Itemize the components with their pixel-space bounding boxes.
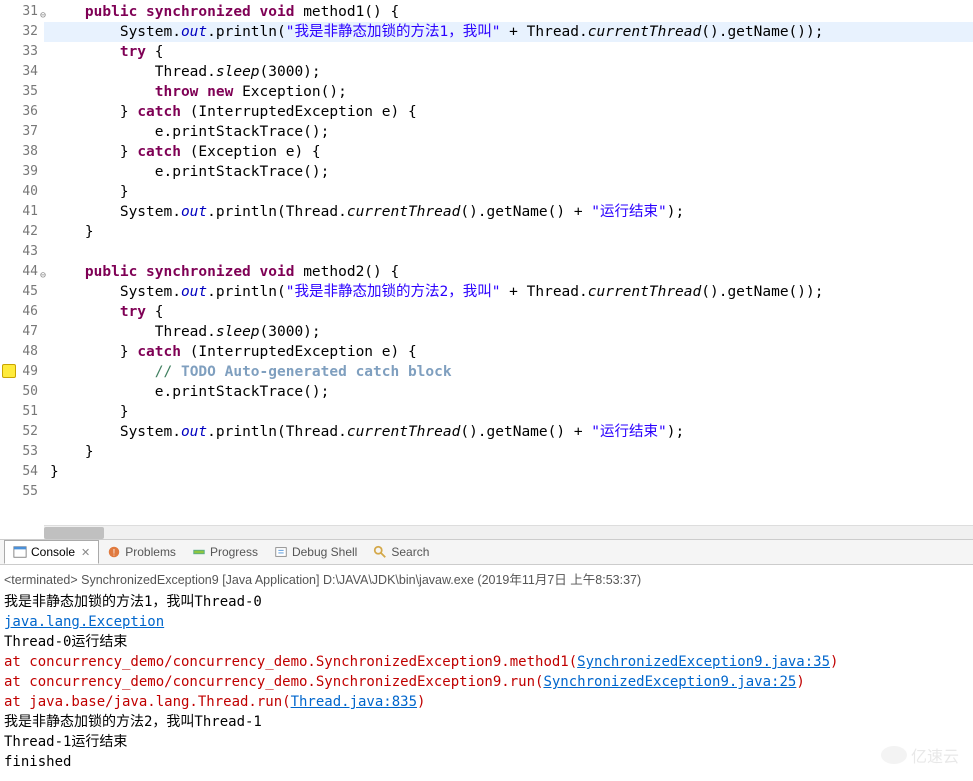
stacktrace-link[interactable]: java.lang.Exception [4, 614, 164, 630]
code-line[interactable]: System.out.println("我是非静态加锁的方法2，我叫" + Th… [44, 282, 973, 302]
tab-search[interactable]: Search [365, 540, 437, 564]
watermark: 亿速云 [881, 743, 959, 767]
horizontal-scrollbar[interactable] [44, 525, 973, 539]
code-line[interactable] [44, 482, 973, 502]
line-number: 42 [0, 222, 44, 242]
console-line: 我是非静态加锁的方法2，我叫Thread-1 [4, 712, 969, 732]
console-line: at java.base/java.lang.Thread.run(Thread… [4, 692, 969, 712]
line-number: 40 [0, 182, 44, 202]
line-number: 55 [0, 482, 44, 502]
code-line[interactable]: } catch (InterruptedException e) { [44, 102, 973, 122]
code-line[interactable]: throw new Exception(); [44, 82, 973, 102]
line-number: 43 [0, 242, 44, 262]
code-line[interactable]: public synchronized void method1() { [44, 2, 973, 22]
line-number: 38 [0, 142, 44, 162]
code-line[interactable]: } [44, 222, 973, 242]
code-line[interactable]: try { [44, 42, 973, 62]
code-line[interactable]: Thread.sleep(3000); [44, 322, 973, 342]
code-line[interactable]: } catch (InterruptedException e) { [44, 342, 973, 362]
code-line[interactable]: } [44, 462, 973, 482]
code-line[interactable]: } [44, 182, 973, 202]
line-number: 44⊖ [0, 262, 44, 282]
line-number: 54 [0, 462, 44, 482]
tab-problems[interactable]: ! Problems [99, 540, 184, 564]
line-number: 31⊖ [0, 2, 44, 22]
line-number: 50 [0, 382, 44, 402]
line-number: 47 [0, 322, 44, 342]
line-number: 45 [0, 282, 44, 302]
code-line[interactable]: Thread.sleep(3000); [44, 62, 973, 82]
svg-text:!: ! [113, 548, 115, 558]
quickfix-icon[interactable] [2, 364, 16, 378]
code-line[interactable]: e.printStackTrace(); [44, 162, 973, 182]
console-line: Thread-1运行结束 [4, 732, 969, 752]
tab-label: Problems [125, 545, 176, 559]
code-line[interactable]: // TODO Auto-generated catch block [44, 362, 973, 382]
console-line: 我是非静态加锁的方法1，我叫Thread-0 [4, 592, 969, 612]
line-gutter: 31⊖32333435363738394041424344⊖4546474849… [0, 0, 44, 525]
code-line[interactable] [44, 242, 973, 262]
fold-icon[interactable]: ⊖ [36, 6, 46, 16]
cloud-icon [881, 746, 907, 764]
code-line[interactable]: e.printStackTrace(); [44, 382, 973, 402]
console-line: at concurrency_demo/concurrency_demo.Syn… [4, 672, 969, 692]
stacktrace-link[interactable]: Thread.java:835 [291, 694, 417, 710]
code-line[interactable]: try { [44, 302, 973, 322]
code-line[interactable]: } [44, 402, 973, 422]
line-number: 51 [0, 402, 44, 422]
code-line[interactable]: public synchronized void method2() { [44, 262, 973, 282]
watermark-text: 亿速云 [911, 743, 959, 767]
fold-icon[interactable]: ⊖ [36, 266, 46, 276]
line-number: 39 [0, 162, 44, 182]
line-number: 48 [0, 342, 44, 362]
code-editor[interactable]: 31⊖32333435363738394041424344⊖4546474849… [0, 0, 973, 525]
line-number: 35 [0, 82, 44, 102]
line-number: 37 [0, 122, 44, 142]
console-output: 我是非静态加锁的方法1，我叫Thread-0 java.lang.Exceptio… [4, 592, 969, 772]
code-line[interactable]: e.printStackTrace(); [44, 122, 973, 142]
stacktrace-link[interactable]: SynchronizedException9.java:35 [577, 654, 830, 670]
scrollbar-thumb[interactable] [44, 527, 104, 539]
console-line: at concurrency_demo/concurrency_demo.Syn… [4, 652, 969, 672]
console-line: finished [4, 752, 969, 772]
code-line[interactable]: System.out.println("我是非静态加锁的方法1，我叫" + Th… [44, 22, 973, 42]
tab-debug-shell[interactable]: Debug Shell [266, 540, 365, 564]
line-number: 52 [0, 422, 44, 442]
code-line[interactable]: } [44, 442, 973, 462]
console-line: java.lang.Exception [4, 612, 969, 632]
tab-label: Progress [210, 545, 258, 559]
code-content[interactable]: public synchronized void method1() { Sys… [44, 0, 973, 525]
tab-label: Debug Shell [292, 545, 357, 559]
views-tabbar: Console ✕! Problems Progress Debug Shell Sear… [0, 539, 973, 565]
stacktrace-link[interactable]: SynchronizedException9.java:25 [543, 674, 796, 690]
code-line[interactable]: System.out.println(Thread.currentThread(… [44, 422, 973, 442]
line-number: 34 [0, 62, 44, 82]
line-number: 32 [0, 22, 44, 42]
console-terminated-line: <terminated> SynchronizedException9 [Jav… [4, 567, 969, 592]
tab-console[interactable]: Console ✕ [4, 540, 99, 564]
tab-label: Search [391, 545, 429, 559]
line-number: 33 [0, 42, 44, 62]
tab-label: Console [31, 545, 75, 559]
console-view[interactable]: <terminated> SynchronizedException9 [Jav… [0, 565, 973, 775]
line-number: 53 [0, 442, 44, 462]
line-number: 41 [0, 202, 44, 222]
line-number: 36 [0, 102, 44, 122]
console-line: Thread-0运行结束 [4, 632, 969, 652]
tab-progress[interactable]: Progress [184, 540, 266, 564]
code-line[interactable]: System.out.println(Thread.currentThread(… [44, 202, 973, 222]
close-icon[interactable]: ✕ [81, 546, 90, 559]
line-number: 46 [0, 302, 44, 322]
code-line[interactable]: } catch (Exception e) { [44, 142, 973, 162]
line-number: 49 [0, 362, 44, 382]
